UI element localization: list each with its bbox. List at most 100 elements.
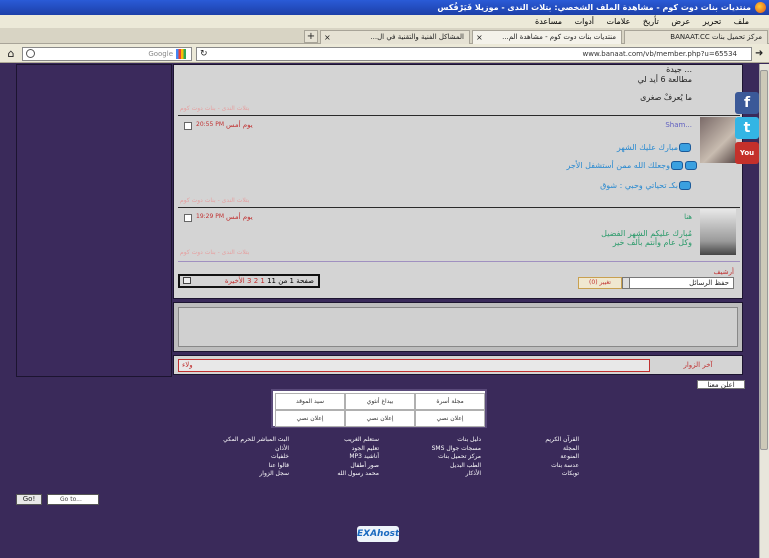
page-link[interactable]: 3 [247, 277, 251, 285]
signature: بتلات الندى - بنات دوت كوم [180, 249, 250, 256]
menu-view[interactable]: عرض [671, 15, 690, 28]
chevron-down-icon[interactable] [183, 277, 191, 284]
footer-link[interactable]: توبكات [519, 470, 579, 479]
tab-bar: + × المشاكل الفنية والتقنية في ال... × منت… [0, 28, 769, 44]
link-cell[interactable]: مجلة أسرة [415, 393, 485, 410]
post-1-body: ... جيدة مطالعة 6 أيد لي ما يُعرفْ صغرى [638, 65, 692, 103]
footer-link[interactable]: ستعلم الغريب [309, 436, 379, 445]
heart-smiley-icon [679, 181, 691, 190]
tab-upload-center[interactable]: مركز تحميل بنات BANAAT.CC [624, 30, 768, 44]
avatar[interactable] [700, 117, 736, 163]
new-tab-button[interactable]: + [304, 30, 318, 43]
footer-link[interactable]: تعليم الجود [309, 445, 379, 454]
goto-select[interactable]: Go to... [47, 494, 99, 505]
link-cell[interactable]: سيد الموقد [275, 393, 345, 410]
post-text: وكل عام وأنتم بألف خير [612, 238, 692, 247]
profile-sidebar [16, 64, 172, 377]
exahost-logo[interactable]: EXAhost [357, 526, 399, 542]
menu-edit[interactable]: تحرير [703, 15, 721, 28]
footer-link[interactable]: الأذان [199, 445, 289, 454]
footer-link[interactable]: القرآن الكريم [519, 436, 579, 445]
footer-link[interactable]: أناشيد MP3 [309, 453, 379, 462]
advertise-button[interactable]: اعلن معنا [697, 380, 745, 389]
menu-help[interactable]: مساعدة [535, 15, 562, 28]
page-link[interactable]: الأخيرة [225, 277, 245, 285]
post-text: ما يُعرفْ صغرى [640, 93, 692, 102]
footer-link[interactable]: سجل الزوار [199, 470, 289, 479]
search-input[interactable]: Google [22, 47, 192, 61]
close-icon[interactable]: × [324, 31, 331, 44]
scrollbar-thumb[interactable] [760, 70, 768, 450]
forward-arrow-icon[interactable]: ➜ [755, 47, 767, 60]
page-count-label: صفحة 1 من 11 [267, 277, 314, 285]
post-text: مُبارك عليكم الشهر الفضيل [601, 229, 692, 238]
last-visitors: آخر الزوار ولاء [173, 355, 743, 375]
youtube-icon[interactable]: You [735, 142, 759, 164]
url-bar[interactable]: www.banaat.com/vb/member.php?u=65534 [196, 47, 752, 61]
menu-bar: ملف تحرير عرض تأريخ علامات أدوات مساعدة [0, 15, 769, 28]
menu-history[interactable]: تأريخ [643, 15, 659, 28]
reload-icon[interactable]: ↻ [200, 49, 208, 59]
link-cell[interactable]: إعلان نصي [415, 410, 485, 427]
google-icon[interactable] [176, 49, 186, 59]
heart-smiley-icon [685, 161, 697, 170]
footer-link[interactable]: محمد رسول الله [309, 470, 379, 479]
heart-smiley-icon [679, 143, 691, 152]
footer-link[interactable]: البث المباشر للحرم المكي [199, 436, 289, 445]
menu-bookmarks[interactable]: علامات [607, 15, 631, 28]
footer-column-4: البث المباشر للحرم المكي الأذان خلفيات ق… [199, 436, 289, 479]
empty-panel [173, 302, 743, 352]
panel-inner [178, 307, 738, 347]
home-icon[interactable]: ⌂ [4, 47, 18, 60]
menu-file[interactable]: ملف [734, 15, 749, 28]
footer-link[interactable]: المنوعة [519, 453, 579, 462]
firefox-icon [755, 2, 766, 13]
last-visitors-list[interactable]: ولاء [178, 359, 650, 372]
post-2-line-3: بكـ تحياتي وحبي : شوق [600, 181, 692, 190]
change-button[interactable]: (0) تغيير [578, 277, 622, 289]
footer-link[interactable]: دليل بنات [401, 436, 481, 445]
avatar[interactable] [700, 209, 736, 255]
post-2-line-2: وجعلك الله ممن أستشفل الأجر [566, 161, 698, 170]
link-cell[interactable]: إعلان نصي [275, 410, 345, 427]
heart-smiley-icon [671, 161, 683, 170]
post-author[interactable]: هنا [684, 213, 692, 221]
footer-link[interactable]: خلفيات [199, 453, 289, 462]
facebook-icon[interactable]: f [735, 92, 759, 114]
twitter-icon[interactable]: t [735, 117, 759, 139]
archive-select[interactable]: حفظ الرسائل [626, 277, 734, 289]
signature: بتلات الندى - بنات دوت كوم [180, 197, 250, 204]
page-link[interactable]: 2 [254, 277, 258, 285]
page-link[interactable]: 1 [260, 277, 264, 285]
link-cell[interactable]: إعلان نصي [345, 410, 415, 427]
quote-icon[interactable] [184, 214, 192, 222]
go-button[interactable]: Go! [16, 494, 42, 505]
link-cell[interactable]: بيداغ أنثوي [345, 393, 415, 410]
footer-link[interactable]: صور أطفال [309, 462, 379, 471]
footer-link[interactable]: المجلة [519, 445, 579, 454]
close-icon[interactable]: × [476, 31, 483, 44]
post-time: 19:29 PM [196, 213, 224, 220]
window-title: منتديات بنات دوت كوم - مشاهدة الملف الشخ… [0, 0, 769, 15]
menu-tools[interactable]: أدوات [575, 15, 594, 28]
divider [178, 207, 740, 208]
social-sidebar: f t You [735, 92, 759, 164]
footer-link[interactable]: قالوا عنا [199, 462, 289, 471]
footer-link[interactable]: الأذكار [401, 470, 481, 479]
quote-icon[interactable] [184, 122, 192, 130]
last-visitors-label: آخر الزوار [683, 361, 713, 369]
footer-link[interactable]: الطب البديل [401, 462, 481, 471]
post-author[interactable]: Sham... [665, 121, 692, 129]
post-date: يوم أمس [226, 121, 253, 129]
chevron-down-icon[interactable] [622, 277, 630, 289]
footer-link[interactable]: مركز تحميل بنات [401, 453, 481, 462]
footer-link[interactable]: مسجات جوال SMS [401, 445, 481, 454]
post-3-body: مُبارك عليكم الشهر الفضيل وكل عام وأنتم … [601, 229, 692, 247]
footer-link[interactable]: عدسة بنات [519, 462, 579, 471]
post-text: ... جيدة [666, 65, 692, 74]
divider [178, 261, 740, 262]
navigation-bar: ⌂ Google www.banaat.com/vb/member.php?u=… [0, 44, 769, 63]
archive-label: أرشيف [713, 268, 734, 276]
tab-active[interactable]: × منتديات بنات دوت كوم - مشاهدة الم... [472, 30, 622, 44]
tab-other[interactable]: × المشاكل الفنية والتقنية في ال... [320, 30, 470, 44]
